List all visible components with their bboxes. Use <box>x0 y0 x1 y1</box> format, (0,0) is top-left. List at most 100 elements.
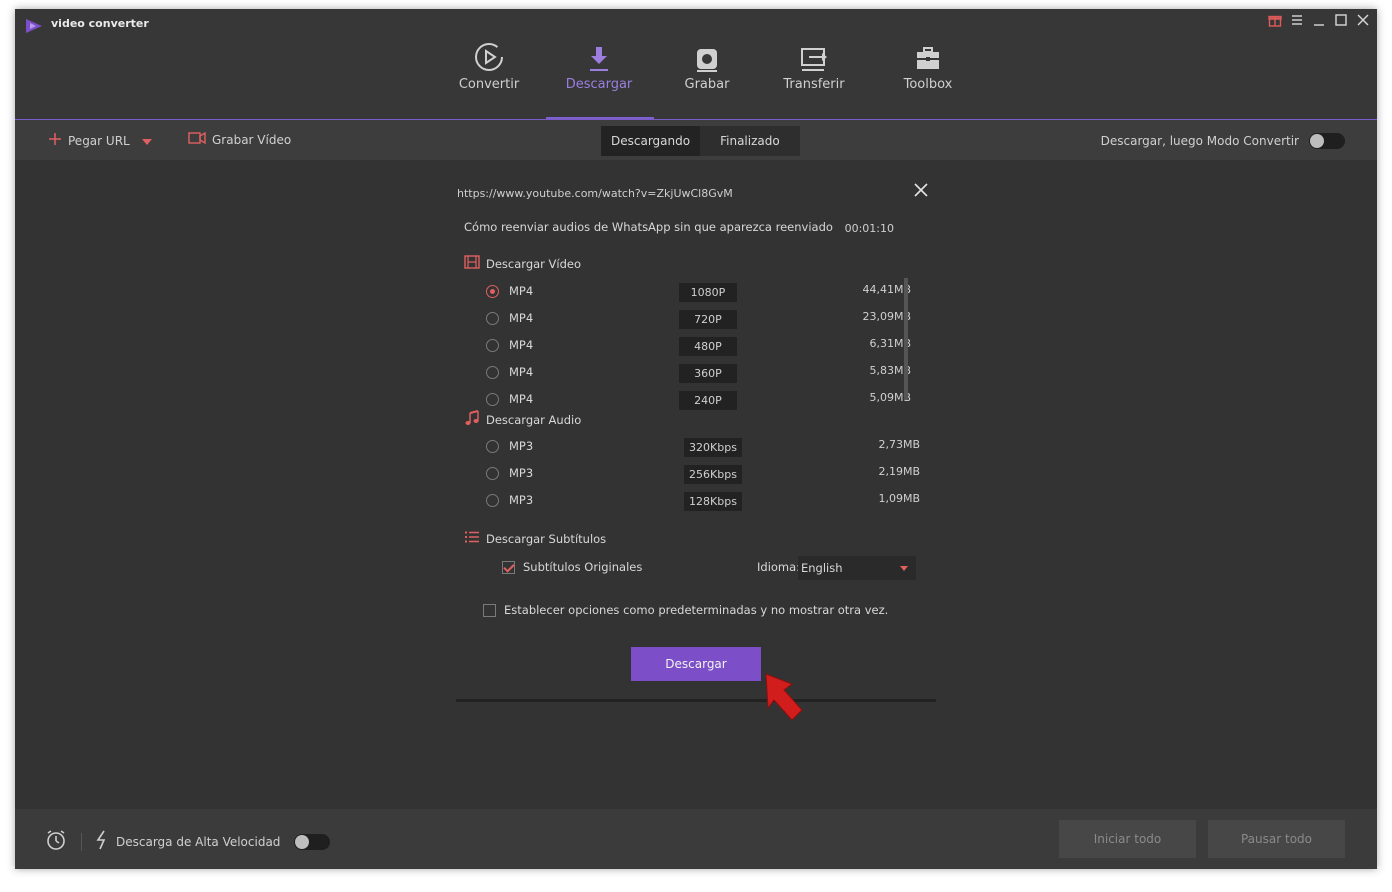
radio-button[interactable] <box>486 312 499 325</box>
radio-button[interactable] <box>486 440 499 453</box>
high-speed-control: Descarga de Alta Velocidad <box>45 829 331 854</box>
status-bar: Descarga de Alta Velocidad Iniciar todo … <box>15 809 1377 869</box>
language-value: English <box>801 561 843 575</box>
size-label: 1,09MB <box>878 492 920 505</box>
start-all-button[interactable]: Iniciar todo <box>1059 820 1196 858</box>
format-label: MP3 <box>509 439 534 453</box>
audio-section-header: Descargar Audio <box>464 410 581 429</box>
film-icon <box>464 255 480 272</box>
size-label: 2,19MB <box>878 465 920 478</box>
play-circle-icon <box>434 37 544 73</box>
quality-label: 1080P <box>679 283 737 302</box>
video-option-row[interactable]: MP4 360P 5,83MB <box>486 364 936 386</box>
video-option-row[interactable]: MP4 720P 23,09MB <box>486 310 936 332</box>
download-icon <box>544 37 654 73</box>
quality-label: 128Kbps <box>684 492 742 511</box>
nav-grabar[interactable]: Grabar <box>652 37 762 92</box>
app-window: video converter Convertir Descargar Grab… <box>15 9 1377 869</box>
video-option-row[interactable]: MP4 1080P 44,41MB <box>486 283 936 305</box>
format-label: MP3 <box>509 493 534 507</box>
record-icon <box>652 37 762 73</box>
high-speed-label: Descarga de Alta Velocidad <box>116 834 281 849</box>
radio-button[interactable] <box>486 339 499 352</box>
nav-convertir[interactable]: Convertir <box>434 37 544 92</box>
paste-url-label: Pegar URL <box>68 133 130 148</box>
subtitle-section-label: Descargar Subtítulos <box>486 531 607 546</box>
nav-transferir[interactable]: Transferir <box>759 37 869 92</box>
video-list-scrollbar[interactable] <box>904 278 908 400</box>
video-url: https://www.youtube.com/watch?v=ZkjUwCl8… <box>457 187 733 200</box>
video-title: Cómo reenviar audios de WhatsApp sin que… <box>464 220 833 234</box>
download-button[interactable]: Descargar <box>631 647 761 681</box>
video-camera-icon <box>188 131 206 147</box>
plus-icon <box>48 132 62 149</box>
video-section-label: Descargar Vídeo <box>486 256 582 271</box>
audio-option-row[interactable]: MP3 320Kbps 2,73MB <box>486 438 936 460</box>
nav-toolbox[interactable]: Toolbox <box>873 37 983 92</box>
close-dialog-icon[interactable] <box>914 181 928 202</box>
format-label: MP4 <box>509 284 534 298</box>
music-note-icon <box>464 410 480 429</box>
alarm-clock-icon[interactable] <box>45 829 67 854</box>
convert-mode-label: Descargar, luego Modo Convertir <box>1100 134 1299 148</box>
audio-option-row[interactable]: MP3 128Kbps 1,09MB <box>486 492 936 514</box>
video-duration: 00:01:10 <box>844 222 894 235</box>
dialog-bottom-bar <box>456 699 936 702</box>
status-separator <box>81 832 82 851</box>
subtitle-section-header: Descargar Subtítulos <box>464 530 606 547</box>
download-status-tabs: Descargando Finalizado <box>601 126 800 156</box>
size-label: 2,73MB <box>878 438 920 451</box>
quality-label: 240P <box>679 391 737 410</box>
radio-button[interactable] <box>486 494 499 507</box>
record-video-button[interactable]: Grabar Vídeo <box>188 131 292 147</box>
toolbox-icon <box>873 37 983 73</box>
quality-label: 360P <box>679 364 737 383</box>
format-label: MP4 <box>509 392 534 406</box>
pause-all-button[interactable]: Pausar todo <box>1208 820 1345 858</box>
radio-button[interactable] <box>486 366 499 379</box>
paste-url-button[interactable]: Pegar URL <box>48 132 152 149</box>
nav-label: Convertir <box>458 77 520 92</box>
record-video-label: Grabar Vídeo <box>212 132 292 147</box>
size-label: 44,41MB <box>862 283 911 296</box>
audio-section-label: Descargar Audio <box>486 412 582 427</box>
audio-option-row[interactable]: MP3 256Kbps 2,19MB <box>486 465 936 487</box>
nav-label: Grabar <box>684 77 730 92</box>
language-select[interactable]: English <box>798 556 916 580</box>
video-option-row[interactable]: MP4 480P 6,31MB <box>486 337 936 359</box>
transfer-icon <box>759 37 869 73</box>
format-label: MP4 <box>509 365 534 379</box>
original-subtitles-checkbox[interactable] <box>502 561 515 574</box>
video-section-header: Descargar Vídeo <box>464 255 581 272</box>
chevron-down-icon <box>900 566 908 571</box>
nav-descargar[interactable]: Descargar <box>544 37 654 92</box>
format-label: MP4 <box>509 311 534 325</box>
radio-button[interactable] <box>486 467 499 480</box>
set-default-label: Establecer opciones como predeterminadas… <box>504 603 889 617</box>
main-nav: Convertir Descargar Grabar Transferir To… <box>15 9 1377 119</box>
format-label: MP4 <box>509 338 534 352</box>
quality-label: 480P <box>679 337 737 356</box>
convert-mode-toggle[interactable] <box>1309 133 1345 149</box>
size-label: 6,31MB <box>869 337 911 350</box>
convert-mode-control: Descargar, luego Modo Convertir <box>1101 133 1345 149</box>
radio-button[interactable] <box>486 285 499 298</box>
nav-label: Descargar <box>565 77 633 92</box>
quality-label: 720P <box>679 310 737 329</box>
size-label: 5,09MB <box>869 391 911 404</box>
set-default-checkbox[interactable] <box>483 604 496 617</box>
quality-label: 320Kbps <box>684 438 742 457</box>
radio-button[interactable] <box>486 393 499 406</box>
high-speed-toggle[interactable] <box>294 833 331 850</box>
pointer-arrow-icon <box>760 670 806 727</box>
download-dialog: https://www.youtube.com/watch?v=ZkjUwCl8… <box>456 175 936 702</box>
title-bar: video converter Convertir Descargar Grab… <box>15 9 1377 120</box>
size-label: 23,09MB <box>862 310 911 323</box>
chevron-down-icon[interactable] <box>141 134 152 148</box>
tab-descargando[interactable]: Descargando <box>601 126 701 156</box>
tab-finalizado[interactable]: Finalizado <box>700 126 800 156</box>
quality-label: 256Kbps <box>684 465 742 484</box>
size-label: 5,83MB <box>869 364 911 377</box>
nav-label: Toolbox <box>903 77 953 92</box>
list-icon <box>464 530 480 547</box>
